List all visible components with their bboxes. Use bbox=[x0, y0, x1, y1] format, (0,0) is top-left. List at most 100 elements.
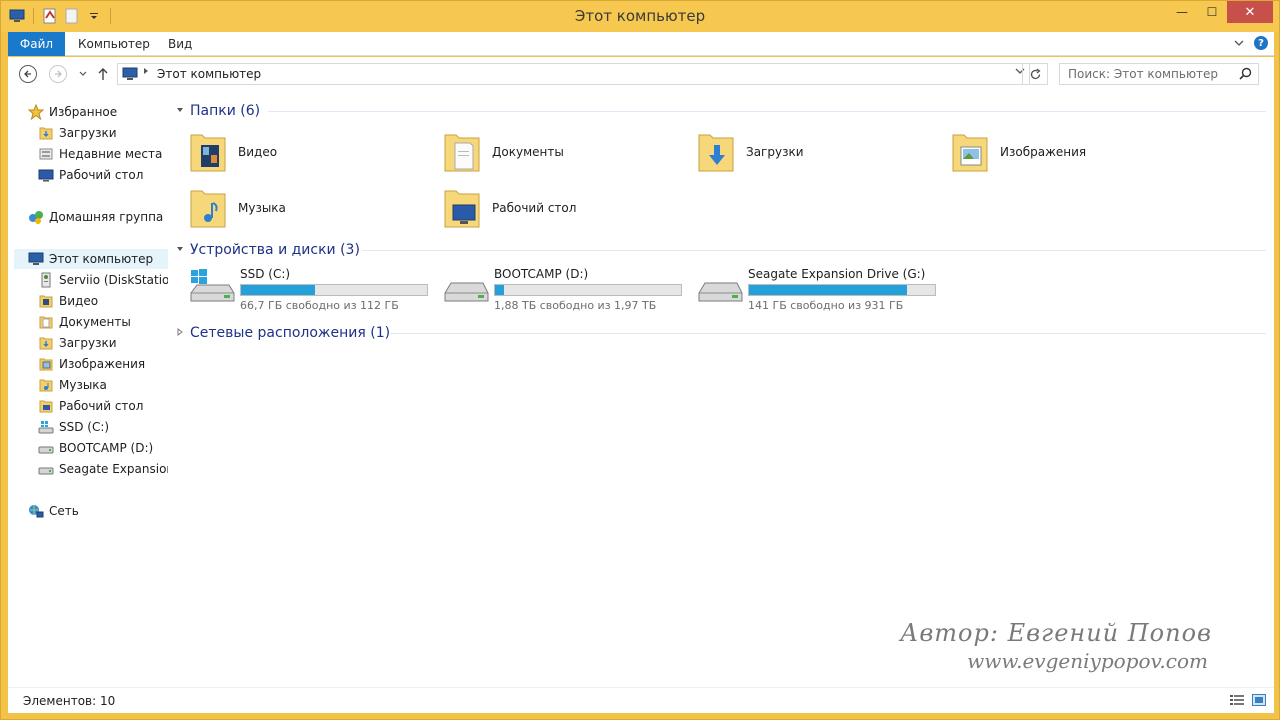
collapse-icon[interactable] bbox=[176, 106, 190, 116]
group-header-network-locations[interactable]: Сетевые расположения (1) bbox=[176, 322, 1266, 344]
sidebar-item-label: Домашняя группа bbox=[49, 210, 164, 224]
back-button[interactable] bbox=[19, 65, 37, 83]
group-header-folders[interactable]: Папки (6) bbox=[176, 100, 1266, 122]
sidebar-item-label: Загрузки bbox=[59, 336, 117, 350]
folder-tile-music[interactable]: Музыка bbox=[186, 184, 286, 232]
desktop-icon bbox=[38, 167, 54, 183]
group-title: Сетевые расположения (1) bbox=[190, 325, 391, 341]
sidebar-item-label: Документы bbox=[59, 315, 131, 329]
drive-free-space: 141 ГБ свободно из 931 ГБ bbox=[748, 299, 904, 312]
up-button[interactable] bbox=[94, 65, 112, 83]
expand-ribbon-icon[interactable] bbox=[1234, 36, 1244, 50]
group-header-devices[interactable]: Устройства и диски (3) bbox=[176, 239, 1266, 261]
folder-label: Рабочий стол bbox=[492, 201, 577, 215]
breadcrumb-separator-icon[interactable] bbox=[143, 67, 149, 78]
sidebar-item-documents[interactable]: Документы bbox=[38, 312, 131, 332]
sidebar-item-downloads[interactable]: Загрузки bbox=[38, 333, 117, 353]
music-folder-icon bbox=[38, 377, 54, 393]
sidebar-item-network[interactable]: Сеть bbox=[28, 501, 79, 521]
collapse-icon[interactable] bbox=[176, 245, 190, 255]
folder-label: Музыка bbox=[238, 201, 286, 215]
refresh-icon bbox=[1030, 67, 1041, 79]
group-divider bbox=[390, 333, 1266, 334]
search-icon[interactable] bbox=[1239, 67, 1252, 83]
sidebar-item-seagate-g[interactable]: Seagate Expansion D bbox=[38, 459, 168, 479]
large-icons-view-icon[interactable] bbox=[1252, 694, 1266, 709]
sidebar-item-label: SSD (C:) bbox=[59, 420, 110, 434]
desktop-folder-icon bbox=[38, 398, 54, 414]
pictures-folder-icon bbox=[948, 128, 992, 176]
sidebar-item-label: Музыка bbox=[59, 378, 107, 392]
navigation-bar: Этот компьютер bbox=[8, 57, 1274, 91]
drive-name: BOOTCAMP (D:) bbox=[494, 267, 589, 281]
sidebar-item-recent-places[interactable]: Недавние места bbox=[38, 144, 162, 164]
explorer-window: Этот компьютер — ☐ ✕ Файл Компьютер Вид … bbox=[0, 0, 1280, 720]
tab-view[interactable]: Вид bbox=[168, 32, 192, 56]
downloads-folder-icon bbox=[38, 335, 54, 351]
drive-usage-fill bbox=[749, 285, 908, 295]
folder-label: Видео bbox=[238, 145, 278, 159]
sidebar-item-favorites[interactable]: Избранное bbox=[28, 102, 117, 122]
sidebar-item-ssd-c[interactable]: SSD (C:) bbox=[38, 417, 109, 437]
sidebar-item-label: Этот компьютер bbox=[49, 252, 154, 266]
drive-tile-seagate-g[interactable]: Seagate Expansion Drive (G:) 141 ГБ своб… bbox=[696, 265, 946, 312]
drive-icon bbox=[38, 440, 54, 456]
tab-computer[interactable]: Компьютер bbox=[78, 32, 150, 56]
close-button[interactable]: ✕ bbox=[1227, 1, 1273, 23]
sidebar-item-homegroup[interactable]: Домашняя группа bbox=[28, 207, 163, 227]
watermark-website: www.evgeniypopov.com bbox=[967, 649, 1208, 673]
sidebar-item-label: Seagate Expansion D bbox=[59, 462, 168, 476]
expand-icon[interactable] bbox=[176, 328, 190, 338]
address-bar[interactable]: Этот компьютер bbox=[117, 63, 1030, 85]
sidebar-item-favorites-desktop[interactable]: Рабочий стол bbox=[38, 165, 143, 185]
homegroup-icon bbox=[28, 209, 44, 225]
ribbon-tabs: Файл Компьютер Вид ? bbox=[8, 32, 1274, 56]
navigation-pane: Избранное Загрузки Недавние места Рабочи… bbox=[8, 91, 168, 687]
maximize-button[interactable]: ☐ bbox=[1197, 1, 1227, 23]
folder-tile-videos[interactable]: Видео bbox=[186, 128, 277, 176]
sidebar-item-serviio[interactable]: Serviio (DiskStationH bbox=[38, 270, 168, 290]
folder-tile-documents[interactable]: Документы bbox=[440, 128, 564, 176]
drive-icon bbox=[696, 267, 744, 307]
minimize-button[interactable]: — bbox=[1167, 1, 1197, 23]
sidebar-item-bootcamp-d[interactable]: BOOTCAMP (D:) bbox=[38, 438, 153, 458]
sidebar-item-music[interactable]: Музыка bbox=[38, 375, 107, 395]
folder-tile-downloads[interactable]: Загрузки bbox=[694, 128, 804, 176]
forward-button[interactable] bbox=[49, 65, 67, 83]
breadcrumb-this-pc[interactable]: Этот компьютер bbox=[157, 67, 261, 81]
drive-usage-bar bbox=[748, 284, 936, 296]
tab-file[interactable]: Файл bbox=[8, 32, 65, 56]
sidebar-item-videos[interactable]: Видео bbox=[38, 291, 98, 311]
sidebar-item-pictures[interactable]: Изображения bbox=[38, 354, 145, 374]
sidebar-item-desktop[interactable]: Рабочий стол bbox=[38, 396, 143, 416]
help-icon[interactable]: ? bbox=[1254, 36, 1268, 50]
refresh-button[interactable] bbox=[1022, 63, 1048, 85]
folder-tile-desktop[interactable]: Рабочий стол bbox=[440, 184, 576, 232]
drive-free-space: 1,88 ТБ свободно из 1,97 ТБ bbox=[494, 299, 657, 312]
drive-tile-ssd-c[interactable]: SSD (C:) 66,7 ГБ свободно из 112 ГБ bbox=[188, 265, 438, 312]
drive-icon bbox=[442, 267, 490, 307]
sidebar-item-label: Рабочий стол bbox=[59, 168, 144, 182]
title-bar: Этот компьютер — ☐ ✕ bbox=[1, 1, 1279, 32]
downloads-folder-icon bbox=[694, 128, 738, 176]
folder-tile-pictures[interactable]: Изображения bbox=[948, 128, 1086, 176]
search-input[interactable] bbox=[1060, 64, 1230, 84]
computer-icon bbox=[122, 67, 140, 84]
window-controls: — ☐ ✕ bbox=[1167, 1, 1273, 23]
group-title: Папки (6) bbox=[190, 103, 261, 119]
content-area: Избранное Загрузки Недавние места Рабочи… bbox=[8, 91, 1274, 687]
drive-name: Seagate Expansion Drive (G:) bbox=[748, 267, 926, 281]
watermark-author: Автор: Евгений Попов bbox=[900, 619, 1212, 647]
details-view-icon[interactable] bbox=[1230, 694, 1244, 709]
drive-tile-bootcamp-d[interactable]: BOOTCAMP (D:) 1,88 ТБ свободно из 1,97 Т… bbox=[442, 265, 692, 312]
status-bar: Элементов: 10 bbox=[8, 687, 1274, 713]
sidebar-item-favorites-downloads[interactable]: Загрузки bbox=[38, 123, 117, 143]
videos-folder-icon bbox=[186, 128, 230, 176]
sidebar-item-label: Рабочий стол bbox=[59, 399, 144, 413]
author-watermark: Автор: Евгений Попов www.evgeniypopov.co… bbox=[900, 619, 1212, 673]
group-title: Устройства и диски (3) bbox=[190, 242, 360, 258]
sidebar-item-label: Сеть bbox=[49, 504, 79, 518]
recent-locations-button[interactable] bbox=[74, 65, 92, 83]
sidebar-item-this-pc[interactable]: Этот компьютер bbox=[14, 249, 168, 269]
drive-name: SSD (C:) bbox=[240, 267, 291, 281]
